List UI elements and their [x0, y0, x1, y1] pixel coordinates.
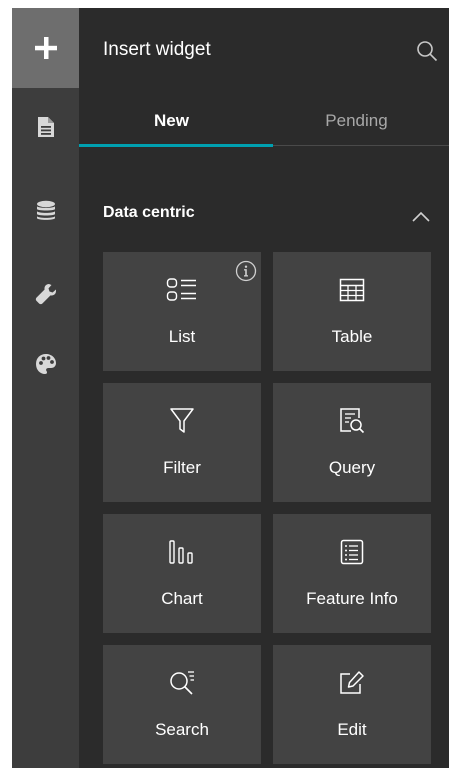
chevron-up-icon[interactable] [411, 210, 431, 228]
widget-label: Chart [161, 589, 203, 608]
rail-page-button[interactable] [12, 92, 79, 162]
search-widget-icon [168, 669, 196, 702]
query-icon [339, 407, 365, 440]
edit-icon [338, 669, 366, 702]
widget-card-feature-info[interactable]: Feature Info [273, 514, 431, 633]
widget-card-edit[interactable]: Edit [273, 645, 431, 764]
widget-label: Search [155, 720, 209, 739]
widget-label: List [168, 327, 196, 346]
widget-label: Feature Info [306, 589, 398, 608]
palette-icon [35, 353, 57, 375]
list-icon [166, 276, 198, 309]
rail-theme-button[interactable] [12, 329, 79, 399]
rail-data-button[interactable] [12, 176, 79, 246]
rail-insert-button[interactable] [12, 8, 79, 88]
left-rail [12, 8, 79, 768]
feature-info-icon [340, 539, 364, 570]
tab-pending[interactable]: Pending [264, 96, 449, 146]
tab-selected-indicator [79, 144, 273, 147]
search-button[interactable] [415, 39, 439, 63]
table-icon [339, 278, 365, 307]
chart-icon [168, 539, 196, 570]
page-icon [37, 116, 55, 138]
widget-label: Filter [163, 458, 201, 477]
widget-label: Table [331, 327, 373, 346]
panel-title: Insert widget [103, 39, 211, 60]
widget-card-list[interactable]: List [103, 252, 261, 371]
widget-label: Query [328, 458, 376, 477]
widget-card-chart[interactable]: Chart [103, 514, 261, 633]
tab-bar: New Pending [79, 96, 449, 148]
widget-card-query[interactable]: Query [273, 383, 431, 502]
search-icon [415, 41, 439, 67]
insert-widget-panel: Insert widget New Pending Data centric L… [79, 8, 449, 768]
widget-card-search[interactable]: Search [103, 645, 261, 764]
section-label: Data centric [103, 204, 195, 221]
plus-icon [33, 35, 59, 61]
filter-icon [169, 407, 195, 440]
section-header-data-centric[interactable]: Data centric [103, 204, 433, 228]
rail-settings-button[interactable] [12, 259, 79, 329]
wrench-icon [35, 283, 57, 305]
tab-new[interactable]: New [79, 96, 264, 146]
widget-label: Edit [337, 720, 367, 739]
widget-card-filter[interactable]: Filter [103, 383, 261, 502]
widget-builder-frame: Insert widget New Pending Data centric L… [12, 8, 449, 768]
database-icon [36, 200, 56, 222]
widget-card-table[interactable]: Table [273, 252, 431, 371]
